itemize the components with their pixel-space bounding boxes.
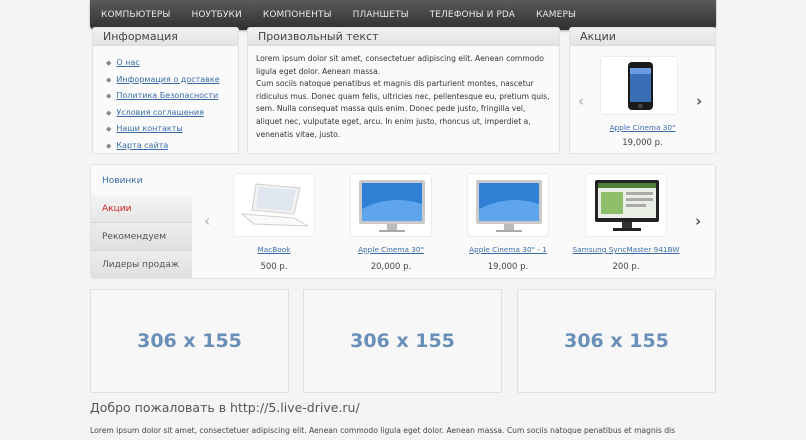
info-panel-title: Информация <box>93 28 238 46</box>
product-price: 200 р. <box>612 262 640 272</box>
product-name[interactable]: Apple Cinema 30" - 1 <box>453 245 563 254</box>
specials-title: Акции <box>570 28 715 46</box>
iphone-image <box>628 62 653 110</box>
nav-item-phones[interactable]: ТЕЛЕФОНЫ И PDA <box>430 10 515 20</box>
free-text-panel: Произвольный текст Lorem ipsum dolor sit… <box>247 27 560 154</box>
product-name[interactable]: Apple Cinema 30" <box>336 245 446 254</box>
specials-product-name[interactable]: Apple Cinema 30" <box>570 123 715 132</box>
bullet-icon: ◆ <box>106 75 112 84</box>
info-link-about[interactable]: О нас <box>116 58 139 67</box>
info-link-contacts[interactable]: Наши контакты <box>116 124 182 133</box>
info-link-item: ◆ Карта сайта <box>106 138 238 155</box>
monitor-image <box>359 180 425 232</box>
banner-size-label: 306 x 155 <box>137 330 242 352</box>
info-link-terms[interactable]: Условия соглашения <box>116 108 204 117</box>
monitor-image <box>476 180 542 232</box>
banner-size-label: 306 x 155 <box>350 330 455 352</box>
tab-recommended[interactable]: Рекомендуем <box>91 223 192 251</box>
product-image[interactable] <box>467 173 549 237</box>
top-navigation: КОМПЬЮТЕРЫ НОУТБУКИ КОМПОНЕНТЫ ПЛАНШЕТЫ … <box>90 0 716 30</box>
free-text-paragraph-2: Cum sociis natoque penatibus et magnis d… <box>256 79 550 139</box>
nav-item-components[interactable]: КОМПОНЕНТЫ <box>263 10 332 20</box>
info-link-item: ◆ О нас <box>106 55 238 72</box>
free-text-title: Произвольный текст <box>248 28 559 46</box>
specials-product-price: 19,000 р. <box>622 138 663 148</box>
specials-product-image[interactable] <box>600 56 678 115</box>
product-image[interactable] <box>350 173 432 237</box>
bullet-icon: ◆ <box>106 92 112 100</box>
product-name[interactable]: Samsung SyncMaster 941BW <box>561 245 691 254</box>
tab-specials[interactable]: Акции <box>91 195 192 223</box>
info-link-sitemap[interactable]: Карта сайта <box>116 141 168 150</box>
info-link-item: ◆ Информация о доставке <box>106 72 238 89</box>
bullet-icon: ◆ <box>106 141 112 150</box>
nav-item-computers[interactable]: КОМПЬЮТЕРЫ <box>101 10 170 20</box>
chevron-left-icon[interactable]: ‹ <box>578 92 584 110</box>
product-image[interactable] <box>233 173 315 237</box>
product-image[interactable] <box>585 173 667 237</box>
info-links: ◆ О нас ◆ Информация о доставке ◆ Политика … <box>93 55 238 154</box>
info-panel: Информация ◆ О нас ◆ Информация о доставке… <box>92 27 239 154</box>
free-text-paragraph-1: Lorem ipsum dolor sit amet, consectetuer… <box>256 54 544 76</box>
bullet-icon: ◆ <box>106 108 112 117</box>
nav-item-cameras[interactable]: КАМЕРЫ <box>536 10 576 20</box>
info-link-item: ◆ Политика Безопасности <box>106 88 238 105</box>
product-price: 20,000 р. <box>370 262 412 272</box>
welcome-text: Lorem ipsum dolor sit amet, consectetuer… <box>90 426 676 435</box>
free-text-body: Lorem ipsum dolor sit amet, consectetuer… <box>248 46 559 141</box>
specials-panel: Акции ‹ › Apple Cinema 30" 19,000 р. <box>569 27 716 154</box>
banner-1[interactable]: 306 x 155 <box>90 289 289 393</box>
chevron-right-icon[interactable]: › <box>696 92 702 110</box>
banner-3[interactable]: 306 x 155 <box>517 289 716 393</box>
product-tabs-panel: Новинки Акции Рекомендуем Лидеры продаж … <box>90 164 716 279</box>
monitor-image <box>595 180 659 231</box>
nav-item-tablets[interactable]: ПЛАНШЕТЫ <box>353 10 409 20</box>
welcome-title: Добро пожаловать в http://5.live-drive.r… <box>90 400 360 415</box>
info-link-item: ◆ Условия соглашения <box>106 105 238 122</box>
bullet-icon: ◆ <box>106 125 112 133</box>
banner-2[interactable]: 306 x 155 <box>303 289 502 393</box>
bullet-icon: ◆ <box>106 59 112 67</box>
info-link-item: ◆ Наши контакты <box>106 121 238 138</box>
nav-item-laptops[interactable]: НОУТБУКИ <box>191 10 241 20</box>
product-price: 19,000 р. <box>487 262 529 272</box>
banner-size-label: 306 x 155 <box>564 330 669 352</box>
chevron-right-icon[interactable]: › <box>695 212 701 230</box>
tab-bestsellers[interactable]: Лидеры продаж <box>91 251 192 278</box>
info-link-privacy[interactable]: Политика Безопасности <box>116 91 218 100</box>
product-name[interactable]: MacBook <box>233 245 315 254</box>
chevron-left-icon[interactable]: ‹ <box>204 212 210 230</box>
tab-new[interactable]: Новинки <box>91 167 192 195</box>
info-link-delivery[interactable]: Информация о доставке <box>116 75 219 84</box>
product-price: 500 р. <box>260 262 288 272</box>
laptop-image <box>240 183 309 227</box>
